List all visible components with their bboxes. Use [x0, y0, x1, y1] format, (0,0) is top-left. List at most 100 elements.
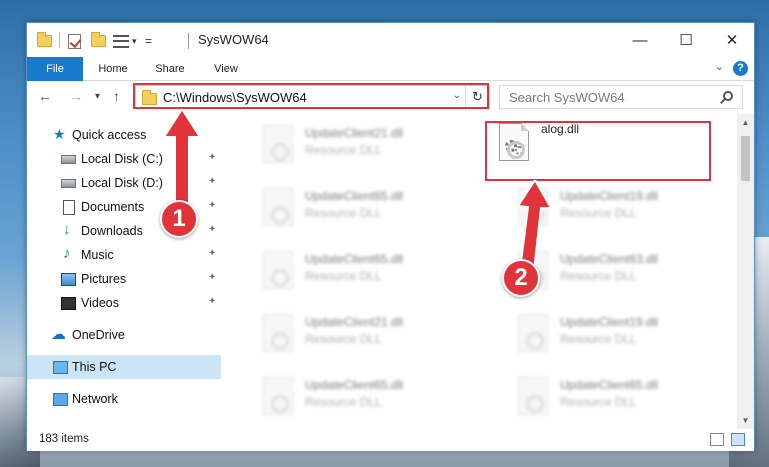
- vertical-scrollbar[interactable]: ▲ ▼: [737, 114, 754, 429]
- file-item[interactable]: UpdateClient21.dll Resource DLL: [251, 310, 481, 364]
- pin-icon[interactable]: ✦: [208, 177, 216, 187]
- tab-view[interactable]: View: [203, 57, 249, 81]
- title-divider: [188, 33, 189, 49]
- file-type: Resource DLL: [305, 332, 382, 346]
- scroll-down-arrow-icon[interactable]: ▼: [737, 412, 754, 429]
- search-icon[interactable]: [723, 91, 733, 101]
- drive-icon: [61, 155, 76, 164]
- recent-locations-button[interactable]: ▾: [95, 91, 100, 102]
- dll-file-icon: [263, 188, 293, 226]
- customize-toolbar-chevron-icon[interactable]: ▾: [132, 36, 137, 47]
- minimize-button[interactable]: —: [617, 23, 663, 57]
- file-name: UpdateClient21.dll: [305, 315, 404, 329]
- back-button[interactable]: ←: [38, 88, 52, 104]
- close-button[interactable]: ✕: [709, 23, 755, 57]
- tab-home[interactable]: Home: [87, 57, 139, 81]
- file-type: Resource DLL: [305, 206, 382, 220]
- up-button[interactable]: ↑: [113, 88, 120, 104]
- sidebar-item-pictures[interactable]: Pictures ✦: [27, 267, 221, 291]
- file-name: UpdateClient21.dll: [305, 126, 404, 140]
- music-icon: ♪: [63, 245, 71, 262]
- file-item[interactable]: UpdateClient65.dll Resource DLL: [251, 373, 481, 427]
- file-type: Resource DLL: [560, 269, 637, 283]
- videos-icon: [61, 297, 76, 310]
- download-icon: ↓: [63, 221, 71, 238]
- sidebar-item-this-pc[interactable]: This PC: [27, 355, 221, 379]
- pin-icon[interactable]: ✦: [208, 201, 216, 211]
- file-type: Resource DLL: [305, 269, 382, 283]
- file-name: UpdateClient19.dll: [560, 189, 659, 203]
- sidebar-item-label: Local Disk (D:): [81, 176, 163, 190]
- pin-icon[interactable]: ✦: [208, 249, 216, 259]
- file-name: UpdateClient19.dll: [560, 315, 659, 329]
- new-folder-icon[interactable]: [91, 32, 106, 47]
- sidebar-item-label: Downloads: [81, 224, 143, 238]
- scrollbar-thumb[interactable]: [741, 136, 750, 181]
- sidebar-item-label: Quick access: [72, 128, 147, 142]
- step-2-badge: 2: [502, 259, 540, 297]
- maximize-button[interactable]: ☐: [663, 23, 709, 57]
- pin-icon[interactable]: ✦: [208, 297, 216, 307]
- help-icon[interactable]: ?: [733, 61, 748, 76]
- properties-check-icon[interactable]: [68, 33, 81, 49]
- search-input[interactable]: Search SysWOW64: [509, 90, 625, 105]
- status-bar: 183 items: [27, 429, 754, 451]
- file-name: UpdateClient65.dll: [560, 378, 659, 392]
- sidebar-item-music[interactable]: ♪ Music ✦: [27, 243, 221, 267]
- quick-access-toolbar: [37, 32, 52, 50]
- sidebar-item-label: Pictures: [81, 272, 127, 286]
- file-name: UpdateClient65.dll: [305, 189, 404, 203]
- file-type: Resource DLL: [305, 143, 382, 157]
- sidebar-item-onedrive[interactable]: ☁ OneDrive: [27, 323, 221, 347]
- ribbon-expand-chevron-icon[interactable]: ⌄: [715, 60, 724, 73]
- dll-file-icon: [518, 314, 548, 352]
- explorer-window: ▾ = SysWOW64 — ☐ ✕ File Home Share View …: [26, 22, 755, 451]
- sidebar-item-label: Videos: [81, 296, 119, 310]
- network-icon: [53, 393, 68, 406]
- file-item[interactable]: UpdateClient19.dll Resource DLL: [506, 310, 736, 364]
- sidebar-item-label: Network: [72, 392, 118, 406]
- file-highlight-box: [485, 121, 711, 181]
- sidebar-item-network[interactable]: Network: [27, 387, 221, 411]
- item-count: 183 items: [39, 433, 89, 445]
- sidebar-item-label: Local Disk (C:): [81, 152, 163, 166]
- large-icons-view-icon[interactable]: [731, 433, 745, 446]
- computer-icon: [53, 361, 68, 374]
- file-name: UpdateClient63.dll: [560, 252, 659, 266]
- toolbar-divider: [59, 32, 60, 48]
- file-type: Resource DLL: [305, 395, 382, 409]
- sidebar-item-label: OneDrive: [72, 328, 125, 342]
- file-name: UpdateClient65.dll: [305, 378, 404, 392]
- file-item[interactable]: UpdateClient65.dll Resource DLL: [251, 184, 481, 238]
- sidebar-item-label: Documents: [81, 200, 145, 214]
- dll-file-icon: [263, 125, 293, 163]
- tab-file[interactable]: File: [27, 57, 83, 81]
- search-box[interactable]: Search SysWOW64: [499, 85, 743, 109]
- forward-button[interactable]: →: [69, 88, 83, 104]
- folder-icon[interactable]: [37, 32, 52, 47]
- file-type: Resource DLL: [560, 206, 637, 220]
- scroll-up-arrow-icon[interactable]: ▲: [737, 114, 754, 131]
- sidebar-item-label: This PC: [72, 360, 117, 374]
- properties-list-icon[interactable]: [113, 34, 129, 48]
- file-item[interactable]: UpdateClient65.dll Resource DLL: [506, 373, 736, 427]
- pictures-icon: [61, 273, 76, 286]
- dll-file-icon: [263, 314, 293, 352]
- pin-icon[interactable]: ✦: [208, 273, 216, 283]
- file-name: UpdateClient65.dll: [305, 252, 404, 266]
- file-type: Resource DLL: [560, 332, 637, 346]
- details-view-icon[interactable]: [710, 433, 724, 446]
- file-item[interactable]: UpdateClient21.dll Resource DLL: [251, 121, 481, 175]
- sidebar-item-videos[interactable]: Videos ✦: [27, 291, 221, 315]
- file-item[interactable]: UpdateClient65.dll Resource DLL: [251, 247, 481, 301]
- file-type: Resource DLL: [560, 395, 637, 409]
- pin-icon[interactable]: ✦: [208, 225, 216, 235]
- tab-share[interactable]: Share: [145, 57, 195, 81]
- ribbon-tabs: File Home Share View ⌄ ?: [27, 57, 754, 81]
- drive-icon: [61, 179, 76, 188]
- title-bar: ▾ = SysWOW64 — ☐ ✕: [27, 23, 754, 57]
- toolbar-overflow-icon[interactable]: =: [145, 34, 152, 48]
- window-title: SysWOW64: [198, 32, 269, 47]
- star-icon: ★: [53, 126, 66, 142]
- pin-icon[interactable]: ✦: [208, 153, 216, 163]
